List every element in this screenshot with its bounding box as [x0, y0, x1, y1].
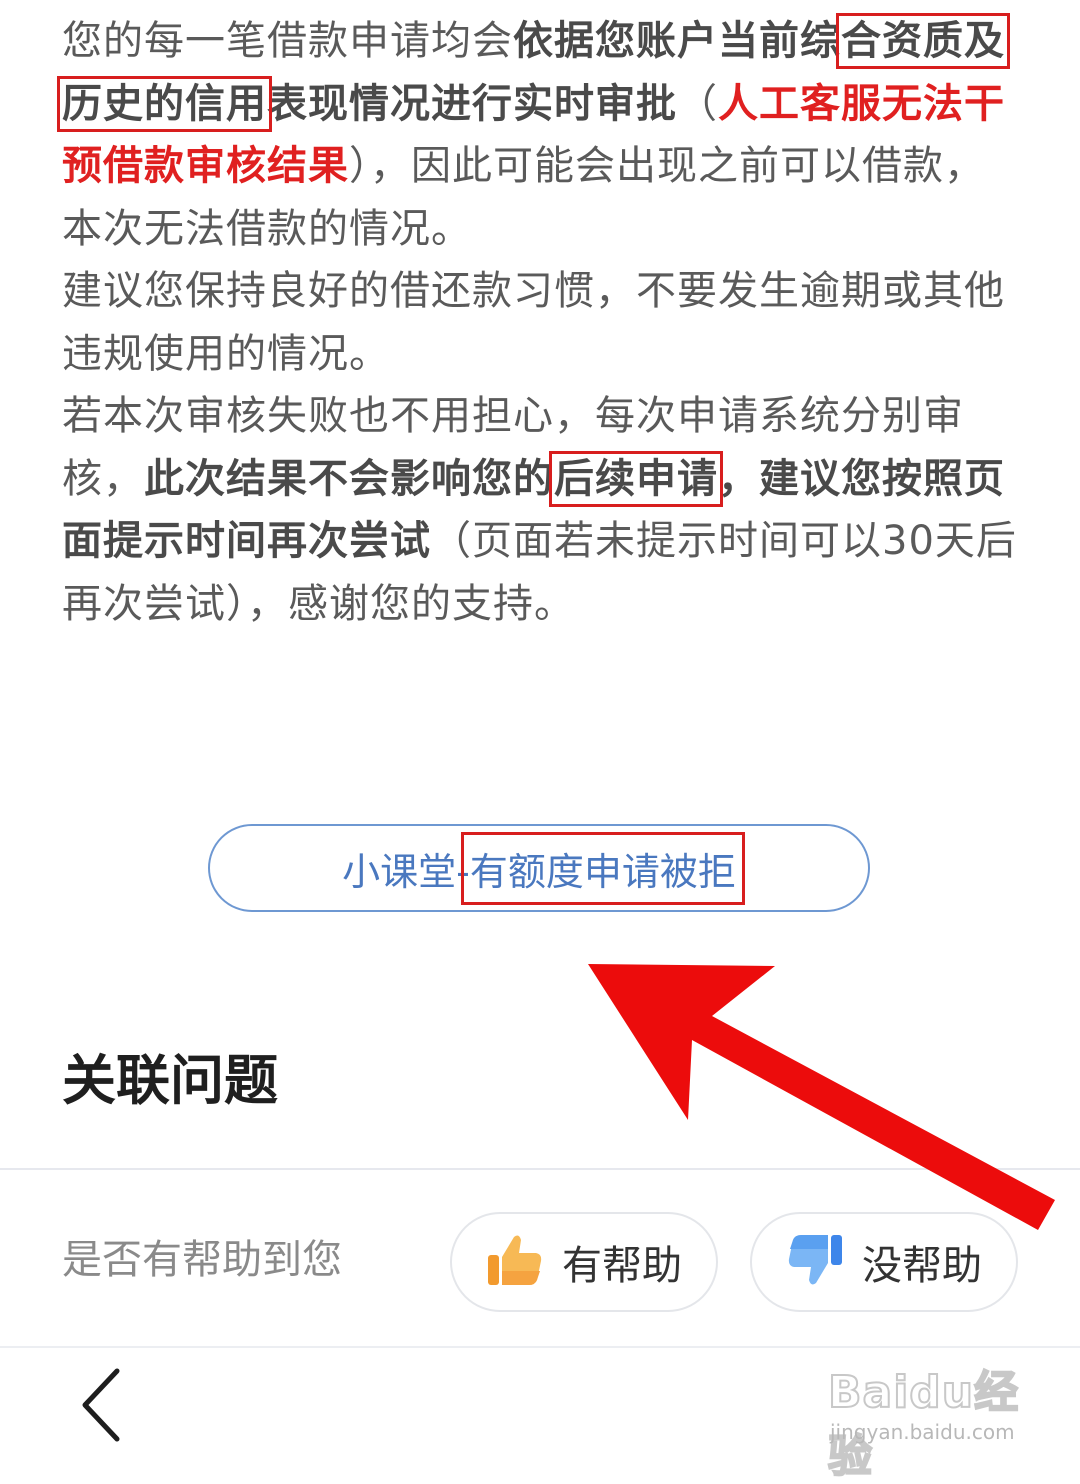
bold-text: 表现情况进行实时审批 — [267, 80, 677, 127]
bottom-divider — [0, 1346, 1080, 1348]
text-segment: 您的每一笔借款申请均会 — [62, 18, 513, 64]
lesson-link-title: 有额度申请被拒 — [460, 831, 745, 905]
helpful-button[interactable]: 有帮助 — [450, 1212, 718, 1312]
feedback-question: 是否有帮助到您 — [62, 1237, 342, 1283]
article-paragraph-2: 建议您保持良好的借还款习惯，不要发生逾期或其他违规使用的情况。 — [62, 268, 1005, 377]
watermark-url: jingyan.baidu.com — [830, 1420, 1015, 1444]
thumbs-down-icon — [786, 1231, 844, 1293]
not-helpful-label: 没帮助 — [862, 1243, 982, 1289]
article-paragraph-1: 您的每一笔借款申请均会依据您账户当前综合资质及历史的信用表现情况进行实时审批（人… — [57, 10, 1022, 260]
related-questions-heading: 关联问题 — [62, 1049, 278, 1112]
bold-text: 此次结果不会影响您的 — [144, 455, 554, 502]
text-segment: （ — [677, 80, 718, 127]
lesson-link-prefix: 小课堂- — [342, 849, 470, 894]
thumbs-up-icon — [486, 1231, 544, 1293]
bold-text: 依据您账户当前综 — [513, 18, 841, 64]
not-helpful-button[interactable]: 没帮助 — [750, 1212, 1018, 1312]
highlighted-followup-text: 后续申请 — [549, 450, 723, 507]
lesson-link-button[interactable]: 小课堂- 有额度申请被拒 — [208, 824, 870, 912]
chevron-left-icon — [77, 1365, 127, 1449]
helpful-label: 有帮助 — [562, 1243, 682, 1289]
back-button[interactable] — [62, 1362, 142, 1452]
baidu-jingyan-watermark: Baidu经验 jingyan.baidu.com — [820, 1352, 1030, 1483]
article-body: 您的每一笔借款申请均会依据您账户当前综合资质及历史的信用表现情况进行实时审批（人… — [57, 10, 1022, 635]
article-paragraph-3: 若本次审核失败也不用担心，每次申请系统分别审核，此次结果不会影响您的后续申请，建… — [62, 385, 1022, 635]
